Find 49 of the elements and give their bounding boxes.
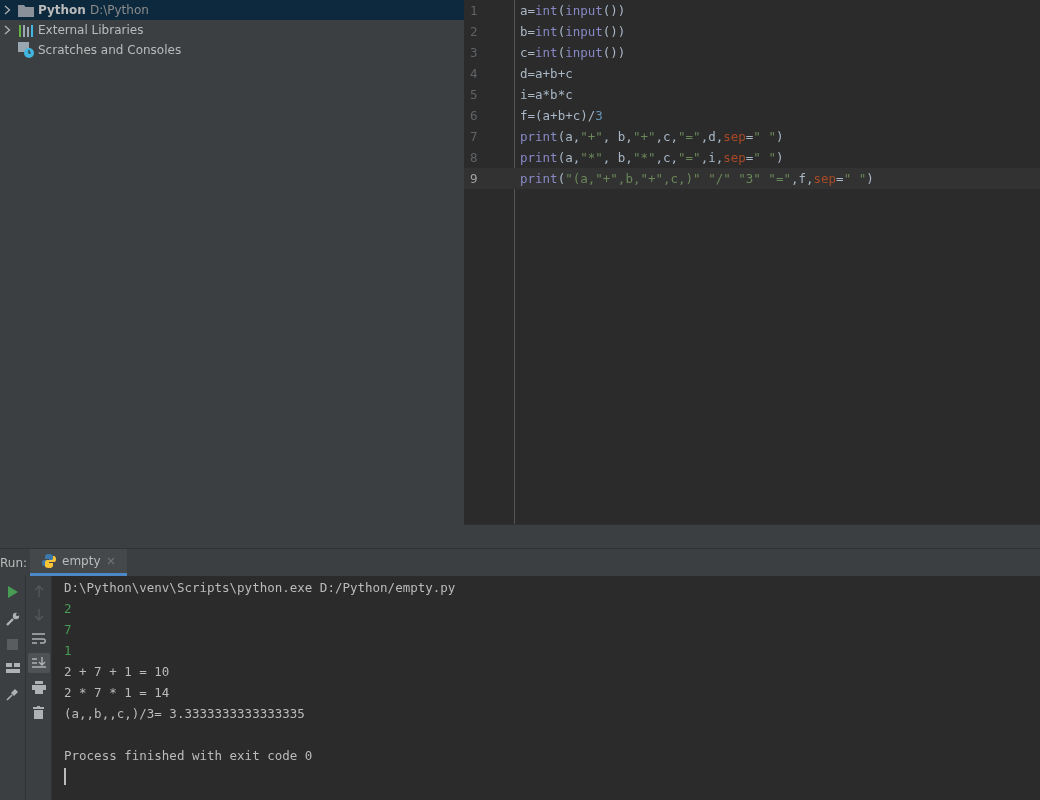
folder-icon xyxy=(18,3,34,17)
console-line: 2 + 7 + 1 = 10 xyxy=(64,664,170,679)
soft-wrap-icon[interactable] xyxy=(31,633,46,645)
console-line: D:\Python\venv\Scripts\python.exe D:/Python/empty.py xyxy=(64,580,456,595)
line-number: 1 xyxy=(469,3,479,18)
library-icon xyxy=(18,23,34,37)
line-number: 9 xyxy=(469,171,479,186)
wrench-icon[interactable] xyxy=(5,612,20,626)
pin-icon[interactable] xyxy=(5,687,20,701)
console-line: 2 * 7 * 1 = 14 xyxy=(64,685,170,700)
line-number: 4 xyxy=(469,66,479,81)
code-line: i=a*b*c xyxy=(520,87,573,102)
console-line: 1 xyxy=(64,643,72,658)
console-line: 7 xyxy=(64,622,72,637)
code-line: f=(a+b+c)/3 xyxy=(520,108,603,123)
line-number: 8 xyxy=(469,150,479,165)
line-number: 5 xyxy=(469,87,479,102)
tree-item[interactable]: Python D:\Python xyxy=(0,0,464,20)
console-line: (a,,b,,c,)/3= 3.3333333333333335 xyxy=(64,706,305,721)
run-tab[interactable]: empty xyxy=(30,549,127,576)
code-line: d=a+b+c xyxy=(520,66,573,81)
code-line: print(a,"+", b,"+",c,"=",d,sep=" ") xyxy=(520,129,784,144)
tree-item[interactable]: Scratches and Consoles xyxy=(0,40,464,60)
tree-item[interactable]: External Libraries xyxy=(0,20,464,40)
folder-path: D:\Python xyxy=(89,3,149,17)
console-line: Process finished with exit code 0 xyxy=(64,748,313,763)
run-icon[interactable] xyxy=(6,585,19,599)
tree-label: External Libraries xyxy=(38,23,144,37)
scroll-to-end-icon xyxy=(31,657,46,669)
tree-label: Scratches and Consoles xyxy=(38,43,182,57)
code-line: b=int(input()) xyxy=(520,24,626,39)
scroll-to-end-button[interactable] xyxy=(27,653,50,673)
console-line: 2 xyxy=(64,601,72,616)
code-line: print("(a,"+",b,"+",c,)" "/" "3" "=",f,sep=" ") xyxy=(520,171,874,186)
code-line: a=int(input()) xyxy=(520,3,626,18)
line-number: 7 xyxy=(469,129,479,144)
scratches-icon xyxy=(18,42,34,58)
python-icon xyxy=(42,554,56,568)
code-line: print(a,"*", b,"*",c,"=",i,sep=" ") xyxy=(520,150,784,165)
layout-icon[interactable] xyxy=(5,663,20,674)
code-line: c=int(input()) xyxy=(520,45,626,60)
line-number: 2 xyxy=(469,24,479,39)
run-label: Run: xyxy=(0,555,29,570)
print-icon[interactable] xyxy=(31,681,46,694)
line-number: 3 xyxy=(469,45,479,60)
tree-label: Python xyxy=(38,3,86,17)
text-cursor xyxy=(64,768,66,785)
line-number: 6 xyxy=(469,108,479,123)
trash-icon[interactable] xyxy=(33,706,44,719)
